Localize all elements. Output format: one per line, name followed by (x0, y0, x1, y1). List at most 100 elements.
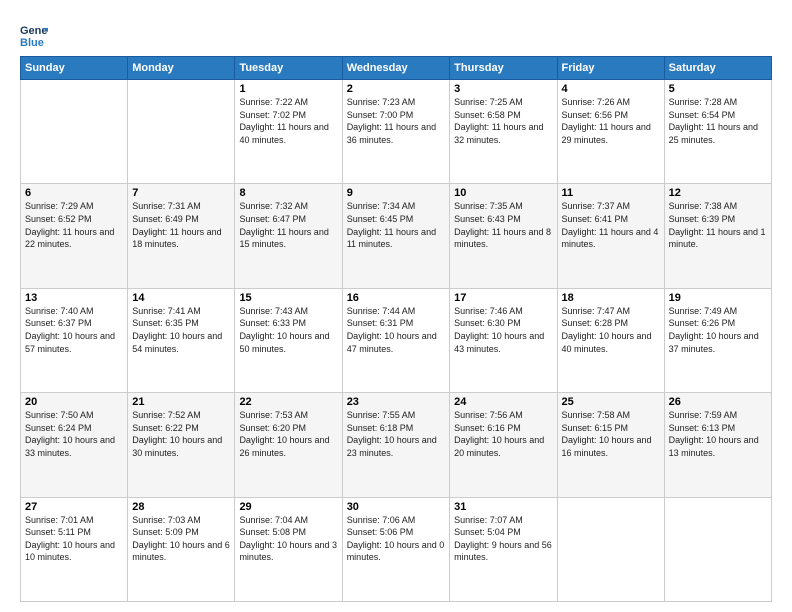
calendar-cell: 27Sunrise: 7:01 AM Sunset: 5:11 PM Dayli… (21, 497, 128, 601)
calendar-cell: 6Sunrise: 7:29 AM Sunset: 6:52 PM Daylig… (21, 184, 128, 288)
day-info: Sunrise: 7:40 AM Sunset: 6:37 PM Dayligh… (25, 305, 123, 355)
day-info: Sunrise: 7:56 AM Sunset: 6:16 PM Dayligh… (454, 409, 552, 459)
calendar-table: SundayMondayTuesdayWednesdayThursdayFrid… (20, 56, 772, 602)
day-number: 8 (239, 187, 337, 199)
day-number: 2 (347, 83, 445, 95)
day-info: Sunrise: 7:23 AM Sunset: 7:00 PM Dayligh… (347, 96, 445, 146)
calendar-cell (664, 497, 771, 601)
calendar-cell: 20Sunrise: 7:50 AM Sunset: 6:24 PM Dayli… (21, 393, 128, 497)
weekday-header-saturday: Saturday (664, 57, 771, 80)
calendar-cell: 30Sunrise: 7:06 AM Sunset: 5:06 PM Dayli… (342, 497, 449, 601)
day-number: 12 (669, 187, 767, 199)
day-info: Sunrise: 7:25 AM Sunset: 6:58 PM Dayligh… (454, 96, 552, 146)
week-row-0: 1Sunrise: 7:22 AM Sunset: 7:02 PM Daylig… (21, 80, 772, 184)
day-info: Sunrise: 7:04 AM Sunset: 5:08 PM Dayligh… (239, 514, 337, 564)
calendar-cell: 18Sunrise: 7:47 AM Sunset: 6:28 PM Dayli… (557, 288, 664, 392)
day-info: Sunrise: 7:37 AM Sunset: 6:41 PM Dayligh… (562, 200, 660, 250)
calendar-cell: 4Sunrise: 7:26 AM Sunset: 6:56 PM Daylig… (557, 80, 664, 184)
calendar-cell: 19Sunrise: 7:49 AM Sunset: 6:26 PM Dayli… (664, 288, 771, 392)
day-info: Sunrise: 7:43 AM Sunset: 6:33 PM Dayligh… (239, 305, 337, 355)
calendar-cell (557, 497, 664, 601)
week-row-2: 13Sunrise: 7:40 AM Sunset: 6:37 PM Dayli… (21, 288, 772, 392)
day-info: Sunrise: 7:59 AM Sunset: 6:13 PM Dayligh… (669, 409, 767, 459)
day-info: Sunrise: 7:46 AM Sunset: 6:30 PM Dayligh… (454, 305, 552, 355)
weekday-header-friday: Friday (557, 57, 664, 80)
day-info: Sunrise: 7:28 AM Sunset: 6:54 PM Dayligh… (669, 96, 767, 146)
day-number: 19 (669, 292, 767, 304)
day-number: 28 (132, 501, 230, 513)
day-number: 20 (25, 396, 123, 408)
calendar-cell: 7Sunrise: 7:31 AM Sunset: 6:49 PM Daylig… (128, 184, 235, 288)
calendar-cell: 28Sunrise: 7:03 AM Sunset: 5:09 PM Dayli… (128, 497, 235, 601)
calendar-cell: 25Sunrise: 7:58 AM Sunset: 6:15 PM Dayli… (557, 393, 664, 497)
calendar-cell: 8Sunrise: 7:32 AM Sunset: 6:47 PM Daylig… (235, 184, 342, 288)
weekday-header-thursday: Thursday (450, 57, 557, 80)
day-info: Sunrise: 7:44 AM Sunset: 6:31 PM Dayligh… (347, 305, 445, 355)
day-info: Sunrise: 7:55 AM Sunset: 6:18 PM Dayligh… (347, 409, 445, 459)
day-number: 17 (454, 292, 552, 304)
day-number: 15 (239, 292, 337, 304)
day-number: 4 (562, 83, 660, 95)
calendar-cell: 12Sunrise: 7:38 AM Sunset: 6:39 PM Dayli… (664, 184, 771, 288)
day-number: 30 (347, 501, 445, 513)
day-info: Sunrise: 7:22 AM Sunset: 7:02 PM Dayligh… (239, 96, 337, 146)
calendar-cell: 24Sunrise: 7:56 AM Sunset: 6:16 PM Dayli… (450, 393, 557, 497)
day-info: Sunrise: 7:53 AM Sunset: 6:20 PM Dayligh… (239, 409, 337, 459)
day-number: 5 (669, 83, 767, 95)
week-row-3: 20Sunrise: 7:50 AM Sunset: 6:24 PM Dayli… (21, 393, 772, 497)
calendar-cell: 15Sunrise: 7:43 AM Sunset: 6:33 PM Dayli… (235, 288, 342, 392)
day-info: Sunrise: 7:34 AM Sunset: 6:45 PM Dayligh… (347, 200, 445, 250)
day-number: 18 (562, 292, 660, 304)
header: General Blue (20, 16, 772, 48)
day-info: Sunrise: 7:01 AM Sunset: 5:11 PM Dayligh… (25, 514, 123, 564)
calendar-cell: 16Sunrise: 7:44 AM Sunset: 6:31 PM Dayli… (342, 288, 449, 392)
calendar-cell: 21Sunrise: 7:52 AM Sunset: 6:22 PM Dayli… (128, 393, 235, 497)
day-number: 16 (347, 292, 445, 304)
day-number: 22 (239, 396, 337, 408)
day-info: Sunrise: 7:03 AM Sunset: 5:09 PM Dayligh… (132, 514, 230, 564)
calendar-cell: 10Sunrise: 7:35 AM Sunset: 6:43 PM Dayli… (450, 184, 557, 288)
logo-icon: General Blue (20, 20, 48, 48)
day-info: Sunrise: 7:32 AM Sunset: 6:47 PM Dayligh… (239, 200, 337, 250)
day-info: Sunrise: 7:41 AM Sunset: 6:35 PM Dayligh… (132, 305, 230, 355)
day-info: Sunrise: 7:29 AM Sunset: 6:52 PM Dayligh… (25, 200, 123, 250)
weekday-header-sunday: Sunday (21, 57, 128, 80)
weekday-header-monday: Monday (128, 57, 235, 80)
day-info: Sunrise: 7:31 AM Sunset: 6:49 PM Dayligh… (132, 200, 230, 250)
calendar-cell: 22Sunrise: 7:53 AM Sunset: 6:20 PM Dayli… (235, 393, 342, 497)
day-number: 11 (562, 187, 660, 199)
day-info: Sunrise: 7:07 AM Sunset: 5:04 PM Dayligh… (454, 514, 552, 564)
day-number: 25 (562, 396, 660, 408)
day-number: 24 (454, 396, 552, 408)
calendar-cell: 11Sunrise: 7:37 AM Sunset: 6:41 PM Dayli… (557, 184, 664, 288)
day-number: 14 (132, 292, 230, 304)
calendar-cell: 31Sunrise: 7:07 AM Sunset: 5:04 PM Dayli… (450, 497, 557, 601)
calendar-cell: 26Sunrise: 7:59 AM Sunset: 6:13 PM Dayli… (664, 393, 771, 497)
calendar-cell: 14Sunrise: 7:41 AM Sunset: 6:35 PM Dayli… (128, 288, 235, 392)
calendar-cell: 1Sunrise: 7:22 AM Sunset: 7:02 PM Daylig… (235, 80, 342, 184)
calendar-cell: 23Sunrise: 7:55 AM Sunset: 6:18 PM Dayli… (342, 393, 449, 497)
day-info: Sunrise: 7:52 AM Sunset: 6:22 PM Dayligh… (132, 409, 230, 459)
weekday-header-row: SundayMondayTuesdayWednesdayThursdayFrid… (21, 57, 772, 80)
day-info: Sunrise: 7:26 AM Sunset: 6:56 PM Dayligh… (562, 96, 660, 146)
weekday-header-tuesday: Tuesday (235, 57, 342, 80)
day-number: 9 (347, 187, 445, 199)
svg-text:General: General (20, 25, 48, 37)
day-info: Sunrise: 7:58 AM Sunset: 6:15 PM Dayligh… (562, 409, 660, 459)
weekday-header-wednesday: Wednesday (342, 57, 449, 80)
day-number: 23 (347, 396, 445, 408)
calendar-cell: 3Sunrise: 7:25 AM Sunset: 6:58 PM Daylig… (450, 80, 557, 184)
day-number: 7 (132, 187, 230, 199)
day-number: 31 (454, 501, 552, 513)
calendar-cell (128, 80, 235, 184)
day-number: 10 (454, 187, 552, 199)
day-number: 29 (239, 501, 337, 513)
day-number: 21 (132, 396, 230, 408)
day-info: Sunrise: 7:38 AM Sunset: 6:39 PM Dayligh… (669, 200, 767, 250)
day-number: 27 (25, 501, 123, 513)
week-row-1: 6Sunrise: 7:29 AM Sunset: 6:52 PM Daylig… (21, 184, 772, 288)
day-number: 6 (25, 187, 123, 199)
day-number: 3 (454, 83, 552, 95)
calendar-cell: 9Sunrise: 7:34 AM Sunset: 6:45 PM Daylig… (342, 184, 449, 288)
svg-text:Blue: Blue (20, 37, 44, 48)
